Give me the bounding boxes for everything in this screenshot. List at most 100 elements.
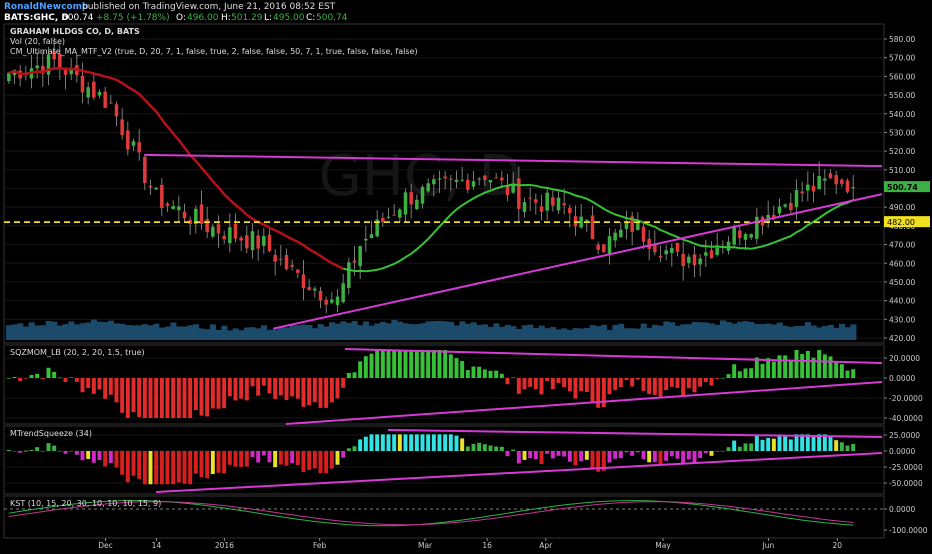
sqz-bar [590, 378, 595, 403]
mtrend-bar [295, 451, 300, 466]
sqz-bar [545, 378, 550, 382]
candle-body [845, 180, 850, 192]
candle-body [392, 214, 396, 216]
sqz-bar [635, 378, 640, 380]
candle-body [126, 130, 130, 150]
price-panel[interactable]: GHC, D GRAHAM HLDGS CO, D, BATS Vol (20,… [3, 23, 885, 344]
candle-body [46, 54, 51, 75]
volume-bar [187, 325, 194, 340]
volume-bar [62, 324, 69, 340]
squeeze-momentum-panel[interactable]: SQZMOM_LB (20, 2, 20, 1.5, true) [3, 344, 885, 425]
sqz-bar [182, 378, 187, 418]
mtrend-bar [811, 435, 816, 451]
mtrend-bar [375, 434, 380, 451]
axis-tick-label: -20.0000 [889, 394, 923, 403]
candle-body [420, 186, 425, 204]
sqz-bar [193, 378, 198, 411]
mtrend-bar [386, 434, 391, 451]
volume-bar [125, 325, 132, 340]
candle-body [103, 91, 107, 108]
candle-body [494, 177, 498, 179]
volume-bar [765, 323, 772, 340]
mtrend-bar [630, 451, 635, 456]
publisher-name[interactable]: RonaldNewcomb [4, 2, 89, 12]
mtrend-bar [35, 447, 40, 451]
candle-body [426, 183, 430, 192]
mtrend-bar [709, 451, 714, 456]
axis-tick-label: 490.00 [889, 203, 915, 212]
candle-body [358, 245, 362, 267]
sqz-bar [817, 350, 822, 378]
volume-bar [119, 323, 126, 340]
mtrend-bar [743, 443, 748, 451]
sqz-bar [658, 378, 663, 397]
candle-body [86, 87, 90, 98]
sqz-bar [822, 354, 827, 378]
mtrend-bar [692, 451, 697, 463]
sqz-bar [414, 350, 419, 378]
axis-tick-label: 440.00 [889, 297, 915, 306]
volume-bar [510, 326, 517, 340]
sqz-bar [516, 378, 521, 394]
mtrend-bar [108, 451, 113, 463]
candle-body [726, 241, 731, 251]
sqz-bar [460, 360, 465, 378]
candle-body [137, 142, 141, 153]
sqz-bar [760, 364, 765, 378]
sqz-bar [335, 378, 340, 399]
candle-body [636, 222, 640, 231]
volume-bar [521, 325, 528, 340]
volume-bar [686, 324, 693, 340]
mtrend-bar [652, 451, 657, 463]
mtrend-bar [159, 451, 164, 485]
volume-bar [249, 327, 256, 340]
sqz-bar [12, 377, 17, 378]
sqz-bar [188, 378, 193, 418]
mtrend-bar [454, 435, 459, 451]
candle-body [301, 274, 306, 289]
mtrend-bar [777, 434, 782, 451]
volume-bar [606, 329, 613, 340]
sqz-bar [256, 378, 261, 396]
sqz-bar [154, 378, 159, 418]
mtrend-squeeze-panel[interactable]: MTrendSqueeze (34) [3, 425, 885, 495]
mtrend-bar [69, 451, 74, 452]
volume-bar [555, 329, 562, 340]
sqz-bar [511, 377, 516, 379]
volume-bar [402, 323, 409, 340]
volume-bar [618, 323, 625, 340]
mtrend-bar [448, 434, 453, 451]
sqz-bar [465, 370, 470, 378]
mtrend-bar [443, 434, 448, 451]
sqz-bar [216, 378, 221, 409]
candle-body [704, 252, 708, 256]
candle-body [250, 231, 255, 251]
sqz-bar [443, 350, 448, 378]
x-tick-label: Feb [313, 541, 327, 550]
candle-body [471, 181, 476, 187]
mtrend-bar [737, 446, 742, 451]
volume-bar [708, 323, 715, 340]
axis-tick-label: 570.00 [889, 54, 915, 63]
mtrend-bar [165, 451, 170, 485]
volume-bar [244, 327, 251, 340]
volume-bar [680, 324, 687, 340]
volume-bar [589, 325, 596, 340]
mtrend-bar [567, 451, 572, 462]
candle-body [233, 223, 238, 239]
candle-body [279, 258, 283, 260]
x-tick-label: 20 [833, 541, 843, 550]
candle-body [483, 175, 487, 180]
mtrend-bar [715, 451, 720, 452]
candle-body [670, 247, 674, 254]
mtrend-bar [312, 451, 317, 469]
volume-bar [74, 324, 81, 340]
volume-bar [312, 328, 319, 340]
kst-panel[interactable]: KST (10, 15, 20, 30, 10, 10, 10, 15, 9) [3, 495, 885, 539]
mtrend-bar [749, 443, 754, 451]
mtrend-bar [828, 436, 833, 451]
sqz-bar [675, 378, 680, 388]
sqz-bar [664, 378, 669, 391]
mtrend-bar [335, 451, 340, 465]
volume-bar [810, 325, 817, 340]
